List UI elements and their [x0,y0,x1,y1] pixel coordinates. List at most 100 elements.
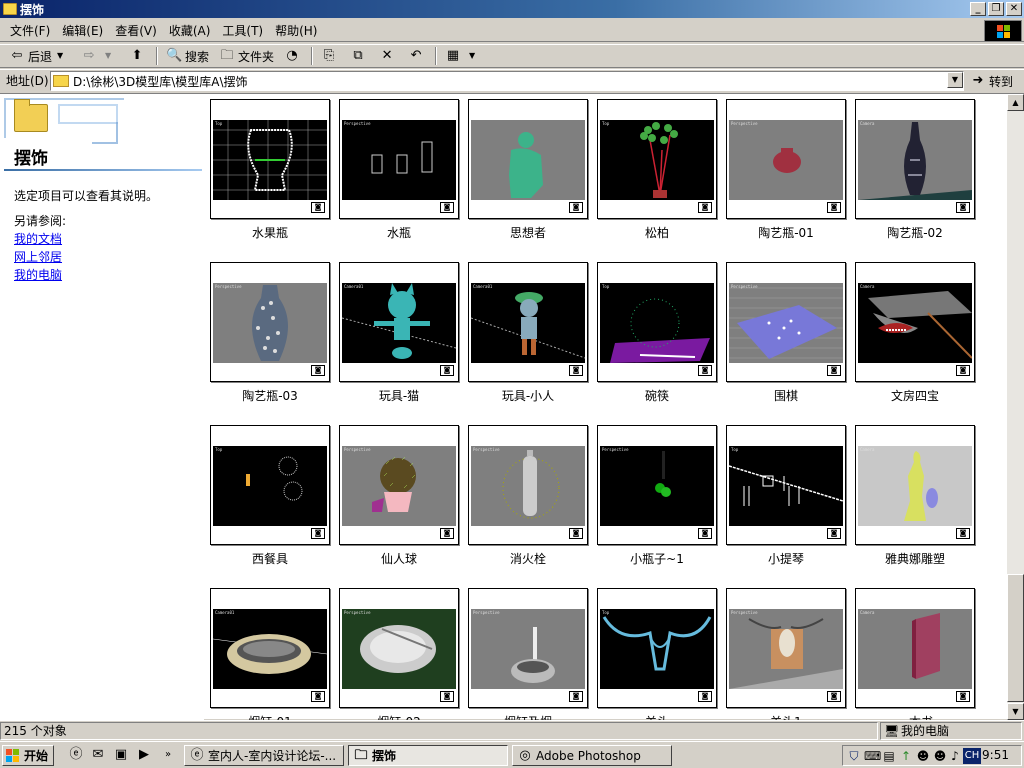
address-field[interactable]: ▼ [50,71,964,91]
file-thumbnail[interactable]: Camera01 ◙ [339,262,459,382]
file-item[interactable]: Top ◙ 小提琴 [726,425,846,575]
link-my-documents[interactable]: 我的文档 [14,230,62,247]
dropdown-arrow-icon[interactable]: ▼ [52,48,68,64]
file-item[interactable]: ◙ 思想者 [468,99,588,249]
file-item[interactable]: Perspective ◙ 围棋 [726,262,846,412]
file-thumbnail[interactable]: Perspective ◙ [726,588,846,708]
file-thumbnail[interactable]: Camera ◙ [855,588,975,708]
scroll-down-button[interactable]: ▼ [1007,703,1024,720]
search-button[interactable]: 🔍 搜索 [161,45,214,67]
file-thumbnail[interactable]: Perspective ◙ [210,262,330,382]
file-thumbnail[interactable]: Perspective ◙ [339,588,459,708]
link-my-computer[interactable]: 我的电脑 [14,266,62,283]
address-input[interactable] [73,74,933,88]
menu-file[interactable]: 文件(F) [4,22,56,39]
arrow-icon[interactable]: ↑ [898,748,914,764]
file-item[interactable]: Perspective ◙ 水瓶 [339,99,459,249]
file-thumbnail[interactable]: Top ◙ [597,99,717,219]
file-item[interactable]: Top ◙ 水果瓶 [210,99,330,249]
file-thumbnail[interactable]: Top ◙ [597,588,717,708]
file-thumbnail[interactable]: ◙ [468,99,588,219]
file-thumbnail[interactable]: Top ◙ [210,425,330,545]
forward-button[interactable]: ⇨ ▼ [76,45,124,67]
dropdown-arrow-icon[interactable]: ▼ [100,48,116,64]
history-button[interactable]: ◔ [279,45,308,67]
maximize-button[interactable]: ❐ [988,2,1004,16]
file-item[interactable]: Top ◙ 松柏 [597,99,717,249]
scroll-up-button[interactable]: ▲ [1007,94,1024,111]
file-thumbnail[interactable]: Perspective ◙ [468,588,588,708]
file-thumbnail[interactable]: Perspective ◙ [726,99,846,219]
file-thumbnail[interactable]: Perspective ◙ [726,262,846,382]
ie-icon[interactable]: ⓔ [68,747,84,763]
file-thumbnail[interactable]: Perspective ◙ [468,425,588,545]
qq-icon[interactable]: ☻ [915,748,931,764]
file-item[interactable]: Perspective ◙ 小瓶子~1 [597,425,717,575]
file-thumbnail[interactable]: Perspective ◙ [339,425,459,545]
copy-to-button[interactable]: ⧉ [345,45,374,67]
file-thumbnail[interactable]: Top ◙ [210,99,330,219]
folders-button[interactable]: 🗀 文件夹 [214,45,279,67]
menu-edit[interactable]: 编辑(E) [56,22,109,39]
file-item[interactable]: Camera◙一本书 [855,588,975,720]
file-item[interactable]: Top ◙ 西餐具 [210,425,330,575]
file-item[interactable]: Camera ◙ 雅典娜雕塑 [855,425,975,575]
file-item[interactable]: Top ◙ 碗筷 [597,262,717,412]
task-explorer[interactable]: 🗀 摆饰 [348,745,508,766]
minimize-button[interactable]: _ [970,2,986,16]
link-network-places[interactable]: 网上邻居 [14,248,62,265]
file-thumbnail[interactable]: Camera ◙ [855,99,975,219]
up-button[interactable]: ⬆ [124,45,153,67]
start-button[interactable]: 开始 [2,745,54,766]
menu-tools[interactable]: 工具(T) [216,22,269,39]
title-bar[interactable]: 摆饰 _ ❐ ✕ [0,0,1024,18]
file-item[interactable]: Perspective ◙ 消火栓 [468,425,588,575]
desktop-icon[interactable]: ▣ [113,747,129,763]
views-button[interactable]: ▦ ▼ [440,45,488,67]
file-item[interactable]: Camera ◙ 文房四宝 [855,262,975,412]
file-item[interactable]: Top◙羊头 [597,588,717,720]
file-thumbnail[interactable]: Perspective ◙ [597,425,717,545]
file-item[interactable]: Camera ◙ 陶艺瓶-02 [855,99,975,249]
task-browser[interactable]: ⓔ 室内人-室内设计论坛-... [184,745,344,766]
undo-button[interactable]: ↶ [403,45,432,67]
file-thumbnail[interactable]: Camera ◙ [855,262,975,382]
scroll-thumb[interactable] [1007,574,1024,702]
menu-view[interactable]: 查看(V) [109,22,163,39]
file-item[interactable]: Perspective ◙ 陶艺瓶-03 [210,262,330,412]
file-thumbnail[interactable]: Camera01 ◙ [210,588,330,708]
network-icon[interactable]: ⌨ [864,748,881,764]
file-item[interactable]: Camera01◙烟缸-01 [210,588,330,720]
dropdown-arrow-icon[interactable]: ▼ [464,48,480,64]
menu-favorites[interactable]: 收藏(A) [163,22,217,39]
file-thumbnail[interactable]: Camera ◙ [855,425,975,545]
file-item[interactable]: Perspective ◙ 陶艺瓶-01 [726,99,846,249]
go-button[interactable]: ➜ 转到 [970,71,1013,91]
outlook-icon[interactable]: ✉ [90,747,106,763]
more-icon[interactable]: » [160,747,176,763]
file-thumbnail[interactable]: Perspective ◙ [339,99,459,219]
media-icon[interactable]: ▶ [136,747,152,763]
delete-button[interactable]: ✕ [374,45,403,67]
volume-icon[interactable]: ♪ [947,748,963,764]
task-photoshop[interactable]: ◎ Adobe Photoshop [512,745,672,766]
file-thumbnail[interactable]: Top ◙ [726,425,846,545]
file-item[interactable]: Perspective◙羊头1 [726,588,846,720]
file-item[interactable]: Camera01 ◙ 玩具-小人 [468,262,588,412]
file-item[interactable]: Perspective◙烟缸及烟 [468,588,588,720]
file-item[interactable]: Perspective ◙ 仙人球 [339,425,459,575]
file-thumbnail[interactable]: Camera01 ◙ [468,262,588,382]
close-button[interactable]: ✕ [1006,2,1022,16]
address-dropdown-button[interactable]: ▼ [947,72,963,88]
ime-indicator[interactable]: CH [963,748,981,764]
move-to-button[interactable]: ⎘ [316,45,345,67]
vertical-scrollbar[interactable]: ▲ ▼ [1007,94,1024,720]
file-thumbnail[interactable]: Top ◙ [597,262,717,382]
file-item[interactable]: Camera01 ◙ 玩具-猫 [339,262,459,412]
qq-icon[interactable]: ☻ [932,748,948,764]
menu-help[interactable]: 帮助(H) [269,22,323,39]
back-button[interactable]: ⇦ 后退 ▼ [4,45,76,67]
file-item[interactable]: Perspective◙烟缸-02 [339,588,459,720]
shield-icon[interactable]: ⛉ [846,748,862,764]
display-icon[interactable]: ▤ [881,748,897,764]
